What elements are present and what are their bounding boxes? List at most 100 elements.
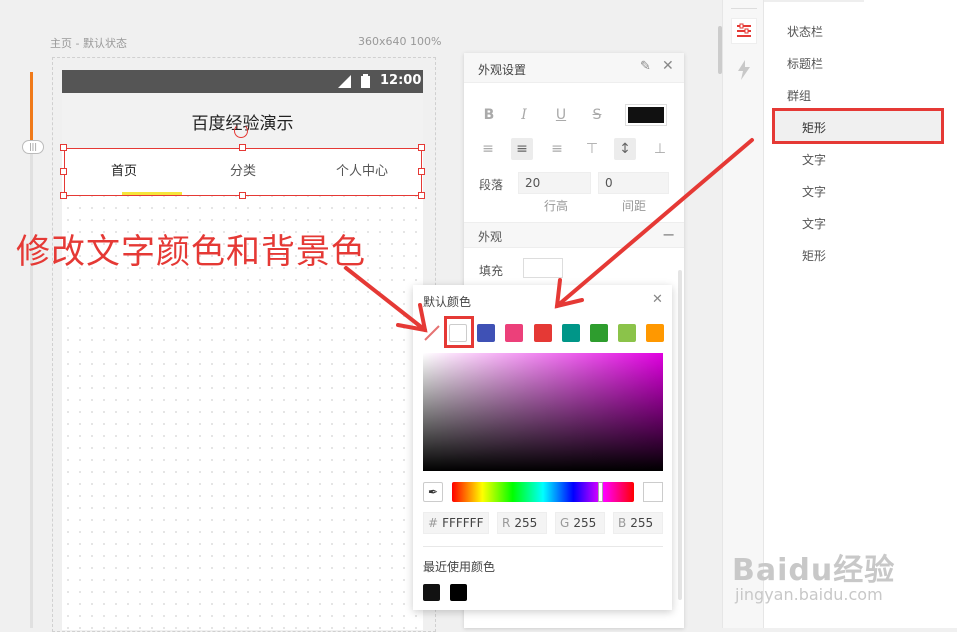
properties-icon[interactable] [731,18,757,44]
layer-rectangle-2[interactable]: 矩形 [802,247,826,264]
recent-color-swatch[interactable] [423,584,440,601]
status-time: 12:00 [380,73,422,88]
green-label: G [560,516,570,530]
resize-handle-tl[interactable] [60,144,67,151]
teal-swatch[interactable] [562,324,580,342]
baidu-watermark: Baidu经验 [732,553,896,588]
align-right-icon[interactable]: ≡ [546,138,568,160]
popup-close-icon[interactable]: ✕ [652,292,663,307]
resize-handle-br[interactable] [418,192,425,199]
collapse-icon[interactable]: − [662,225,675,244]
phone-title-bar[interactable]: 百度经验演示 [62,93,423,148]
popup-divider [423,546,663,547]
layer-text-1[interactable]: 文字 [802,151,826,168]
text-color-picker[interactable] [625,104,667,126]
indigo-swatch[interactable] [477,324,495,342]
spacing-label: 间距 [622,199,647,213]
red-swatch[interactable] [534,324,552,342]
default-colors-title: 默认颜色 [423,295,472,309]
layer-selected-highlight [772,108,944,144]
green-swatch[interactable] [590,324,608,342]
hue-slider[interactable] [452,482,634,502]
rotate-handle[interactable] [234,124,248,138]
strikethrough-button[interactable]: S [586,104,608,126]
line-height-input[interactable]: 20 [518,172,591,194]
panel-scrollbar[interactable] [678,270,682,600]
hue-slider-thumb[interactable] [598,482,603,502]
tab-home[interactable]: 首页 [65,149,183,195]
tab-active-indicator [122,192,182,195]
saturation-brightness-field[interactable] [423,353,663,471]
orange-swatch[interactable] [646,324,664,342]
red-label: R [502,516,511,530]
eyedropper-icon[interactable]: ✒ [423,482,443,502]
page-state-label: 主页 - 默认状态 [50,37,127,50]
recent-color-swatch[interactable] [450,584,467,601]
green-input[interactable]: G 255 [555,512,605,534]
canvas-size-label: 360x640 100% [358,35,442,48]
fill-color-picker[interactable] [523,258,563,278]
resize-handle-tc[interactable] [239,144,246,151]
tab-bar-group[interactable]: 首页 分类 个人中心 [64,148,422,196]
blue-value: 255 [630,516,654,530]
paragraph-label: 段落 [479,178,504,192]
tool-divider [731,8,757,9]
white-swatch-highlight [444,316,474,348]
pin-icon[interactable]: ✎ [640,59,651,74]
phone-status-bar[interactable]: 12:00 [62,70,423,93]
resize-handle-bc[interactable] [239,192,246,199]
resize-handle-tr[interactable] [418,144,425,151]
pink-swatch[interactable] [505,324,523,342]
signal-icon [338,75,351,88]
no-color-swatch[interactable] [423,324,441,342]
lime-swatch[interactable] [618,324,636,342]
red-input[interactable]: R 255 [497,512,547,534]
hex-label: # [428,516,439,530]
layer-title-bar[interactable]: 标题栏 [787,55,823,72]
red-value: 255 [514,516,538,530]
bold-button[interactable]: B [478,104,500,126]
close-icon[interactable]: ✕ [662,58,674,74]
resize-handle-mr[interactable] [418,168,425,175]
hex-input[interactable]: # FFFFFF [423,512,489,534]
fill-label: 填充 [479,264,504,278]
underline-button[interactable]: U [550,104,572,126]
appearance-section-label: 外观 [478,230,503,244]
align-bottom-icon[interactable]: ⊥ [649,138,671,160]
italic-button[interactable]: I [513,104,535,126]
appearance-panel-title: 外观设置 [478,63,527,77]
align-left-icon[interactable]: ≡ [477,138,499,160]
green-value: 255 [573,516,597,530]
line-height-label: 行高 [544,199,569,213]
tutorial-annotation-text: 修改文字颜色和背景色 [16,232,366,272]
tab-profile[interactable]: 个人中心 [303,149,421,195]
resize-handle-bl[interactable] [60,192,67,199]
timeline-track [30,72,33,628]
hex-value: FFFFFF [442,516,484,530]
align-top-icon[interactable]: ⊤ [581,138,603,160]
appearance-section-header[interactable]: 外观 − [464,222,684,248]
timeline-drag-handle[interactable]: ||| [22,140,44,154]
align-center-icon[interactable]: ≡ [511,138,533,160]
timeline-progress [30,72,33,144]
interaction-lightning-icon[interactable] [736,60,752,80]
canvas-scrollbar[interactable] [718,26,722,74]
layer-text-2[interactable]: 文字 [802,183,826,200]
align-middle-icon[interactable]: ↕ [614,138,636,160]
layer-group[interactable]: 群组 [787,87,811,104]
layer-rectangle-selected[interactable]: 矩形 [802,119,826,136]
battery-icon [361,74,370,88]
tab-category[interactable]: 分类 [183,149,303,195]
blue-label: B [618,516,627,530]
layer-status-bar[interactable]: 状态栏 [787,23,823,40]
blue-input[interactable]: B 255 [613,512,663,534]
baidu-watermark-url: jingyan.baidu.com [735,585,883,604]
inspector-tool-strip [722,0,764,628]
layers-tab-line [764,0,864,2]
recent-colors-label: 最近使用颜色 [423,560,496,574]
resize-handle-ml[interactable] [60,168,67,175]
layer-text-3[interactable]: 文字 [802,215,826,232]
letter-spacing-input[interactable]: 0 [598,172,669,194]
appearance-panel-header: 外观设置 ✎ ✕ [464,53,684,83]
text-color-swatch [628,107,664,123]
